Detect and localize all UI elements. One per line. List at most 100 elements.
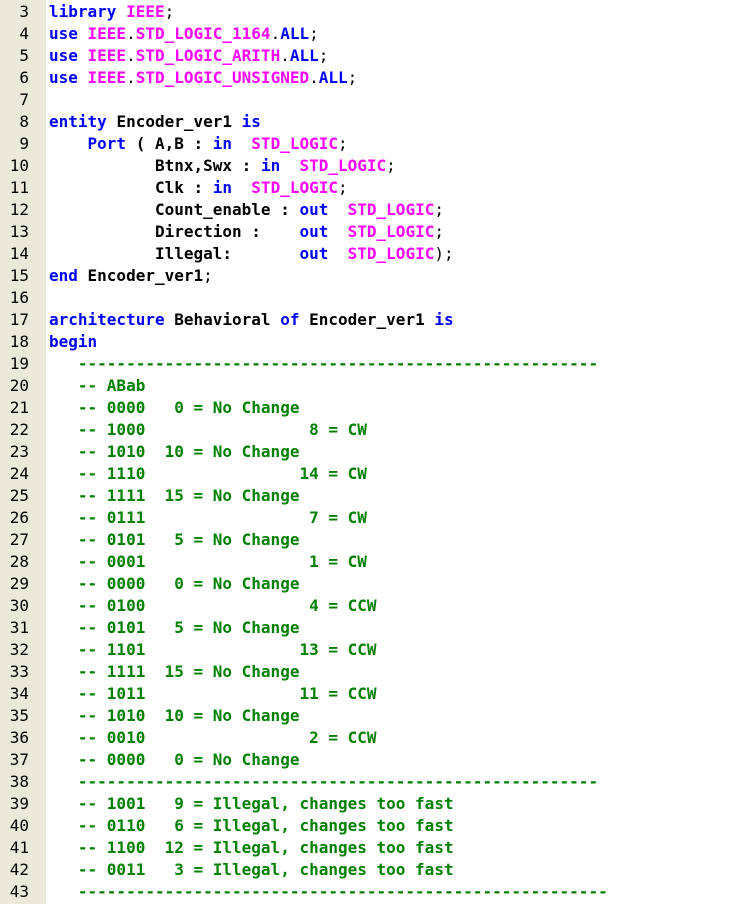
code-line[interactable]: 43 -------------------------------------… <box>0 881 750 903</box>
keyword-token: architecture <box>49 310 175 329</box>
code-line[interactable]: 18 begin <box>0 331 750 353</box>
punctuation-token <box>49 178 155 197</box>
library-token: STD_LOGIC_UNSIGNED <box>135 68 310 87</box>
code-line[interactable]: 5 use IEEE.STD_LOGIC_ARITH.ALL; <box>0 45 750 67</box>
line-number: 11 <box>9 178 29 197</box>
code-line[interactable]: 3 library IEEE; <box>0 1 750 23</box>
identifier-token: Count_enable : <box>154 200 300 219</box>
code-line[interactable]: 22 -- 1000 8 = CW <box>0 419 750 441</box>
identifier-token: Encoder_ver1 <box>309 310 435 329</box>
code-line[interactable]: 4 use IEEE.STD_LOGIC_1164.ALL; <box>0 23 750 45</box>
code-line[interactable]: 32 -- 1101 13 = CCW <box>0 639 750 661</box>
code-line[interactable]: 27 -- 0101 5 = No Change <box>0 529 750 551</box>
line-code: library IEEE; <box>49 1 174 23</box>
code-line[interactable]: 13 Direction : out STD_LOGIC; <box>0 221 750 243</box>
identifier-token: Direction : <box>154 222 300 241</box>
code-line[interactable]: 19 -------------------------------------… <box>0 353 750 375</box>
code-line[interactable]: 8 entity Encoder_ver1 is <box>0 111 750 133</box>
keyword-token: use <box>49 68 88 87</box>
code-line[interactable]: 28 -- 0001 1 = CW <box>0 551 750 573</box>
punctuation-token: ; <box>386 156 396 175</box>
code-editor[interactable]: 3 library IEEE; 4 use IEEE.STD_LOGIC_1164.A… <box>0 0 750 904</box>
code-line[interactable]: 14 Illegal: out STD_LOGIC); <box>0 243 750 265</box>
keyword-token: in <box>212 178 233 197</box>
line-code: -- 1000 8 = CW <box>49 419 367 441</box>
code-line[interactable]: 36 -- 0010 2 = CCW <box>0 727 750 749</box>
line-code: use IEEE.STD_LOGIC_UNSIGNED.ALL; <box>49 67 357 89</box>
line-code: -- ABab <box>49 375 145 397</box>
code-line[interactable]: 24 -- 1110 14 = CW <box>0 463 750 485</box>
code-line[interactable]: 12 Count_enable : out STD_LOGIC; <box>0 199 750 221</box>
keyword-token: ALL <box>318 68 348 87</box>
library-token: STD_LOGIC_ARITH <box>135 46 281 65</box>
line-code: -- 0001 1 = CW <box>49 551 367 573</box>
library-token: STD_LOGIC <box>347 200 435 219</box>
keyword-token: of <box>280 310 310 329</box>
line-number: 25 <box>9 486 29 505</box>
keyword-token: in <box>260 156 281 175</box>
line-code: -- 1001 9 = Illegal, changes too fast <box>49 793 454 815</box>
punctuation-token <box>232 178 251 197</box>
comment-token: -- 1110 14 = CW <box>49 464 367 483</box>
comment-token: -- 1000 8 = CW <box>49 420 367 439</box>
code-line[interactable]: 41 -- 1100 12 = Illegal, changes too fas… <box>0 837 750 859</box>
line-code: ----------------------------------------… <box>49 881 608 903</box>
line-number: 15 <box>9 266 29 285</box>
line-number: 3 <box>19 2 29 21</box>
code-line[interactable]: 11 Clk : in STD_LOGIC; <box>0 177 750 199</box>
keyword-token: begin <box>49 332 98 351</box>
line-code: -- 0000 0 = No Change <box>49 749 300 771</box>
code-line[interactable]: 6 use IEEE.STD_LOGIC_UNSIGNED.ALL; <box>0 67 750 89</box>
line-number: 31 <box>9 618 29 637</box>
line-number: 33 <box>9 662 29 681</box>
code-line[interactable]: 16 <box>0 287 750 309</box>
line-number: 43 <box>9 882 29 901</box>
punctuation-token <box>49 200 155 219</box>
line-code: Btnx,Swx : in STD_LOGIC; <box>49 155 396 177</box>
code-line[interactable]: 17 architecture Behavioral of Encoder_ver… <box>0 309 750 331</box>
code-line[interactable]: 21 -- 0000 0 = No Change <box>0 397 750 419</box>
code-line[interactable]: 30 -- 0100 4 = CCW <box>0 595 750 617</box>
code-line[interactable]: 29 -- 0000 0 = No Change <box>0 573 750 595</box>
code-line[interactable]: 20 -- ABab <box>0 375 750 397</box>
comment-token: -- 0111 7 = CW <box>49 508 367 527</box>
keyword-token: ALL <box>289 46 319 65</box>
keyword-token: is <box>241 112 261 131</box>
code-line[interactable]: 38 -------------------------------------… <box>0 771 750 793</box>
line-number: 30 <box>9 596 29 615</box>
line-number: 39 <box>9 794 29 813</box>
code-line[interactable]: 42 -- 0011 3 = Illegal, changes too fast <box>0 859 750 881</box>
code-line[interactable]: 7 <box>0 89 750 111</box>
code-line[interactable]: 37 -- 0000 0 = No Change <box>0 749 750 771</box>
comment-token: -- 0000 0 = No Change <box>49 574 300 593</box>
punctuation-token: ; <box>434 200 444 219</box>
line-number: 18 <box>9 332 29 351</box>
code-line[interactable]: 34 -- 1011 11 = CCW <box>0 683 750 705</box>
identifier-token: ( A,B : <box>126 134 213 153</box>
code-line[interactable]: 15 end Encoder_ver1; <box>0 265 750 287</box>
line-code: -- 1111 15 = No Change <box>49 485 300 507</box>
comment-token: -- 1011 11 = CCW <box>49 684 377 703</box>
library-token: IEEE <box>87 46 127 65</box>
line-number: 20 <box>9 376 29 395</box>
code-line[interactable]: 40 -- 0110 6 = Illegal, changes too fast <box>0 815 750 837</box>
code-line[interactable]: 23 -- 1010 10 = No Change <box>0 441 750 463</box>
code-line[interactable]: 10 Btnx,Swx : in STD_LOGIC; <box>0 155 750 177</box>
code-line[interactable]: 26 -- 0111 7 = CW <box>0 507 750 529</box>
keyword-token: entity <box>49 112 117 131</box>
code-line[interactable]: 31 -- 0101 5 = No Change <box>0 617 750 639</box>
keyword-token: in <box>212 134 233 153</box>
line-number: 5 <box>19 46 29 65</box>
code-lines[interactable]: 3 library IEEE; 4 use IEEE.STD_LOGIC_1164.A… <box>0 1 750 903</box>
line-code: -- 1111 15 = No Change <box>49 661 300 683</box>
comment-token: -- ABab <box>49 376 146 395</box>
code-line[interactable]: 39 -- 1001 9 = Illegal, changes too fast <box>0 793 750 815</box>
code-line[interactable]: 25 -- 1111 15 = No Change <box>0 485 750 507</box>
keyword-token: out <box>299 222 329 241</box>
code-line[interactable]: 9 Port ( A,B : in STD_LOGIC; <box>0 133 750 155</box>
line-code: entity Encoder_ver1 is <box>49 111 261 133</box>
comment-token: -- 0000 0 = No Change <box>49 750 300 769</box>
code-line[interactable]: 35 -- 1010 10 = No Change <box>0 705 750 727</box>
code-line[interactable]: 33 -- 1111 15 = No Change <box>0 661 750 683</box>
punctuation-token <box>280 156 299 175</box>
